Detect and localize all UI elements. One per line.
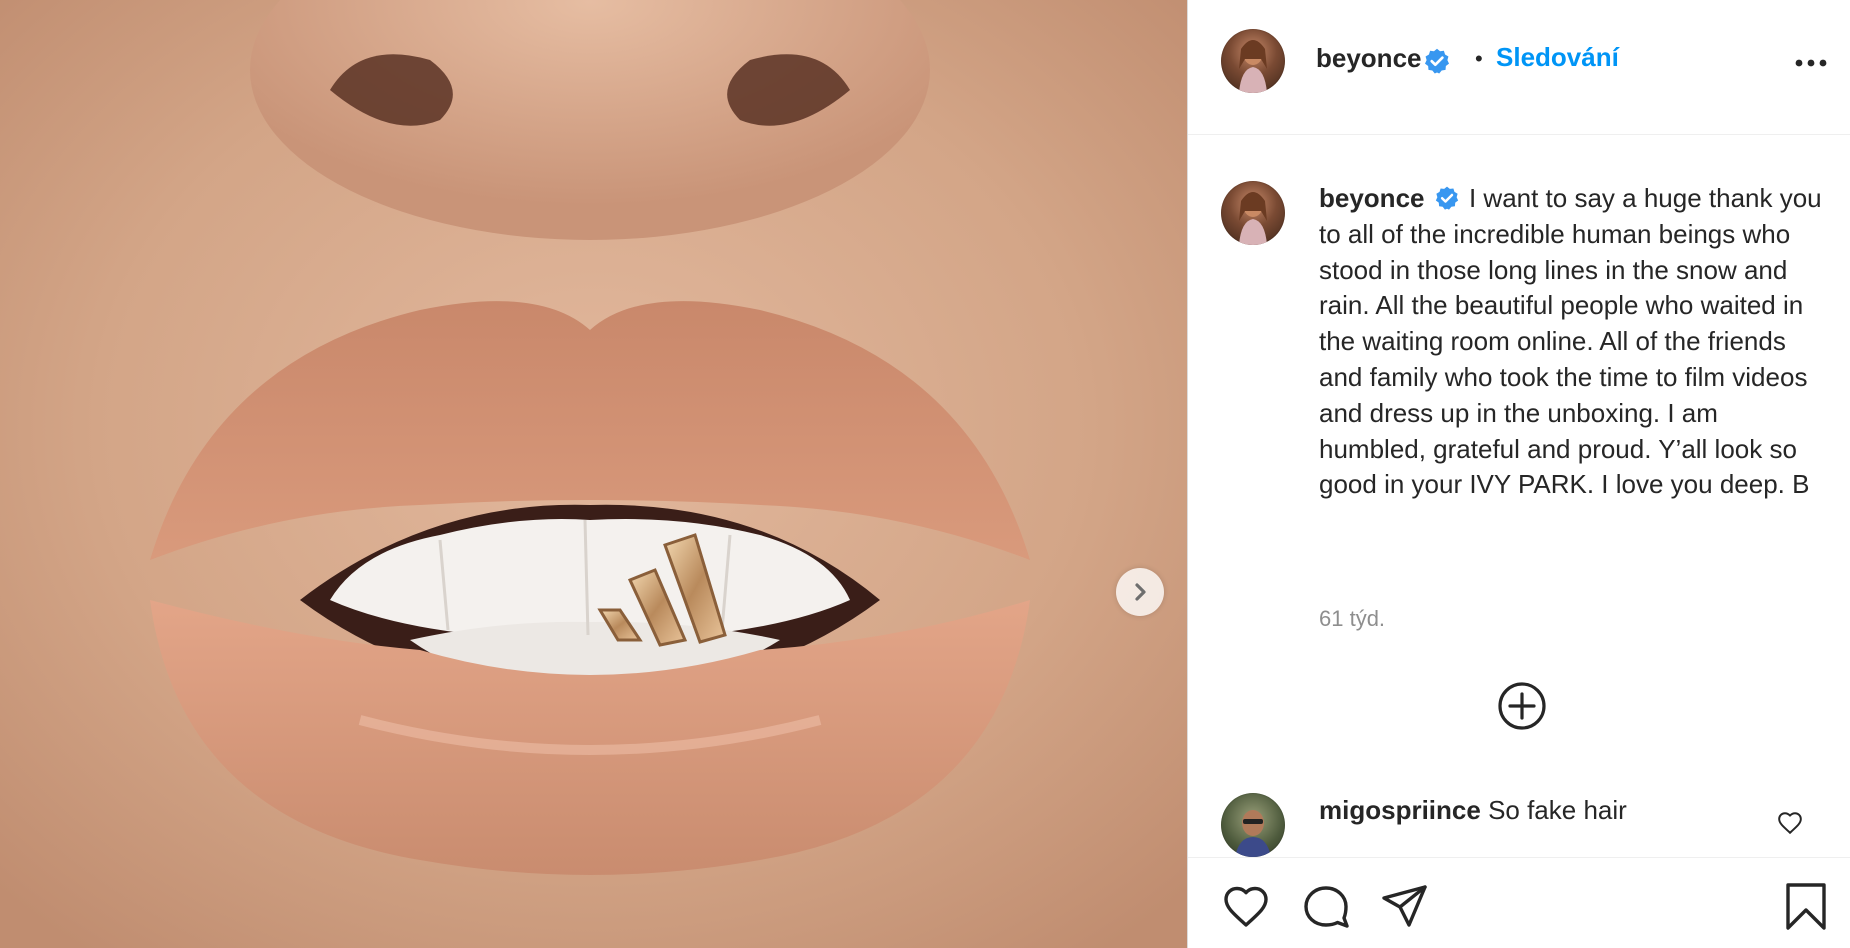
post-details-panel: beyonce • Sledování beyonce I want to sa… — [1187, 0, 1850, 948]
following-button[interactable]: Sledování — [1496, 42, 1619, 73]
avatar-image — [1235, 810, 1271, 857]
heart-icon[interactable] — [1221, 881, 1271, 931]
verified-badge-icon — [1435, 186, 1458, 210]
comment-text: So fake hair — [1488, 795, 1627, 825]
post-header: beyonce • Sledování — [1188, 0, 1850, 135]
comment-heart-icon[interactable] — [1777, 810, 1803, 836]
paper-plane-icon[interactable] — [1380, 881, 1430, 931]
caption-username[interactable]: beyonce — [1319, 183, 1425, 213]
chevron-right-icon — [1135, 583, 1146, 601]
bookmark-icon[interactable] — [1781, 881, 1831, 931]
next-image-button[interactable] — [1116, 568, 1164, 616]
post-photo — [0, 0, 1187, 948]
avatar-image — [1239, 192, 1267, 245]
comment: migospriince So fake hair — [1319, 795, 1627, 826]
post-image[interactable] — [0, 0, 1187, 948]
caption-text: I want to say a huge thank you to all of… — [1319, 183, 1822, 500]
commenter-avatar[interactable] — [1221, 793, 1285, 857]
avatar-image — [1239, 40, 1267, 93]
plus-circle-icon[interactable] — [1497, 681, 1547, 731]
author-avatar[interactable] — [1221, 29, 1285, 93]
verified-badge-icon — [1424, 48, 1450, 74]
post-caption: beyonce I want to say a huge thank you t… — [1319, 181, 1824, 503]
separator-dot: • — [1475, 46, 1483, 71]
comment-username[interactable]: migospriince — [1319, 795, 1481, 825]
post-actions-bar — [1188, 857, 1850, 948]
more-options-icon[interactable] — [1794, 58, 1828, 68]
author-username[interactable]: beyonce — [1316, 43, 1422, 74]
caption-author-avatar[interactable] — [1221, 181, 1285, 245]
post-timestamp[interactable]: 61 týd. — [1319, 606, 1385, 632]
comment-bubble-icon[interactable] — [1301, 881, 1351, 931]
